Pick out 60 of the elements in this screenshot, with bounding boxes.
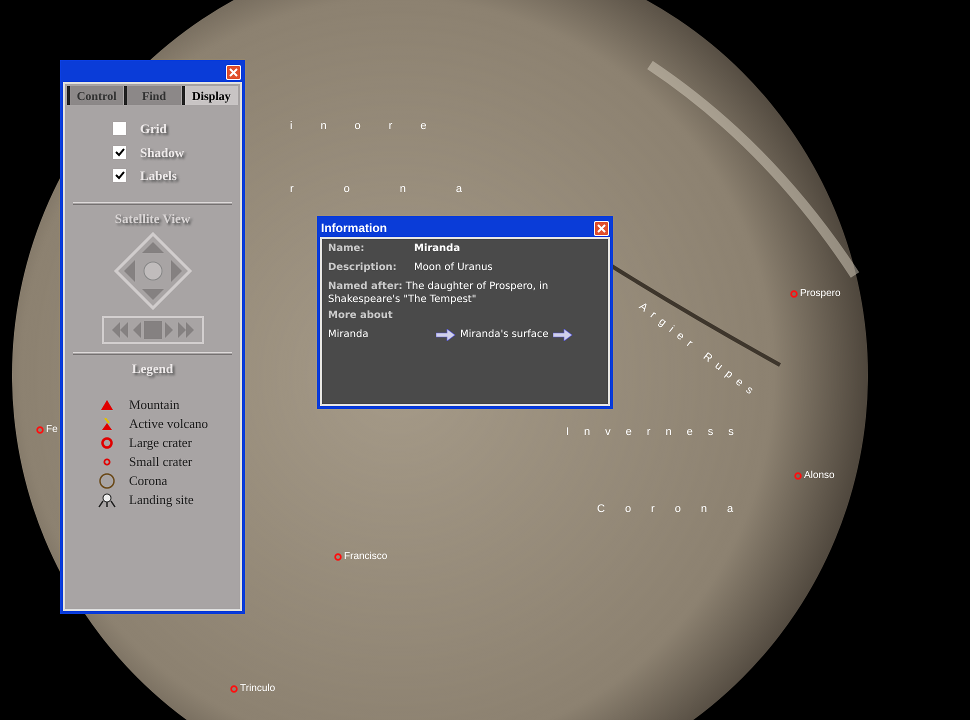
direction-pad[interactable] <box>114 232 192 310</box>
legend-label: Small crater <box>129 452 192 471</box>
link[interactable]: Miranda's surface <box>460 328 549 341</box>
step-forward-icon[interactable] <box>164 321 174 339</box>
option-label: Labels <box>140 167 177 185</box>
crater-label: Prospero <box>800 289 841 299</box>
crater-marker-icon <box>794 472 802 480</box>
legend-label: Corona <box>129 472 168 490</box>
legend-label: Large crater <box>129 434 192 452</box>
named-after-text: Named after: The daughter of Prospero, in Shakespeare's "The Tempest" <box>328 280 550 306</box>
tab[interactable]: Control <box>67 86 124 105</box>
feature-label: inore <box>290 121 454 132</box>
link[interactable]: Miranda <box>328 328 436 341</box>
section-title: Legend <box>132 360 174 378</box>
window-title: Information <box>321 220 387 237</box>
legend-label: Mountain <box>129 396 180 414</box>
checkbox[interactable] <box>113 122 126 136</box>
checkbox[interactable] <box>113 146 126 159</box>
close-icon <box>597 224 606 232</box>
tab[interactable]: Display <box>182 86 238 105</box>
checkbox[interactable] <box>113 169 126 182</box>
crater-label: Trinculo <box>240 684 276 694</box>
feature-label: rona <box>290 184 512 195</box>
legend-label: Active volcano <box>129 414 208 433</box>
close-icon <box>229 68 238 77</box>
feature-label: Corona <box>597 504 754 515</box>
field-value: Miranda <box>414 242 460 255</box>
feature-label: Inverness <box>566 427 749 438</box>
crater-label: Francisco <box>344 552 388 562</box>
playback-controls[interactable] <box>102 316 204 344</box>
field-value: Moon of Uranus <box>414 261 493 274</box>
crater-label: Fe <box>46 425 58 435</box>
triangle-icon <box>101 400 113 410</box>
crater-marker-icon <box>790 290 798 298</box>
lander-icon <box>98 492 116 508</box>
rewind-icon[interactable] <box>110 321 130 339</box>
crater-marker-icon <box>334 553 342 561</box>
stop-icon[interactable] <box>144 321 162 339</box>
close-button[interactable] <box>226 65 241 80</box>
ring-icon <box>103 458 111 466</box>
field-label: More about <box>328 310 393 321</box>
arrow-icon[interactable] <box>552 328 573 340</box>
field-label: Description: <box>328 261 398 274</box>
crater-marker-icon <box>230 685 238 693</box>
step-back-icon[interactable] <box>132 321 142 339</box>
fast-forward-icon[interactable] <box>176 321 196 339</box>
crater-label: Alonso <box>804 471 835 481</box>
field-label: Name: <box>328 242 366 255</box>
close-button[interactable] <box>594 220 609 236</box>
arrow-icon[interactable] <box>436 328 456 340</box>
checkmark-icon <box>114 171 124 180</box>
option-label: Shadow <box>140 144 184 162</box>
tab[interactable]: Find <box>124 86 181 105</box>
ring-icon <box>101 436 113 448</box>
crater-marker-icon <box>36 426 44 434</box>
checkmark-icon <box>114 148 124 157</box>
option-label: Grid <box>140 120 167 138</box>
legend-label: Landing site <box>129 490 194 509</box>
volcano-icon <box>102 418 112 430</box>
ring-icon <box>99 472 115 488</box>
